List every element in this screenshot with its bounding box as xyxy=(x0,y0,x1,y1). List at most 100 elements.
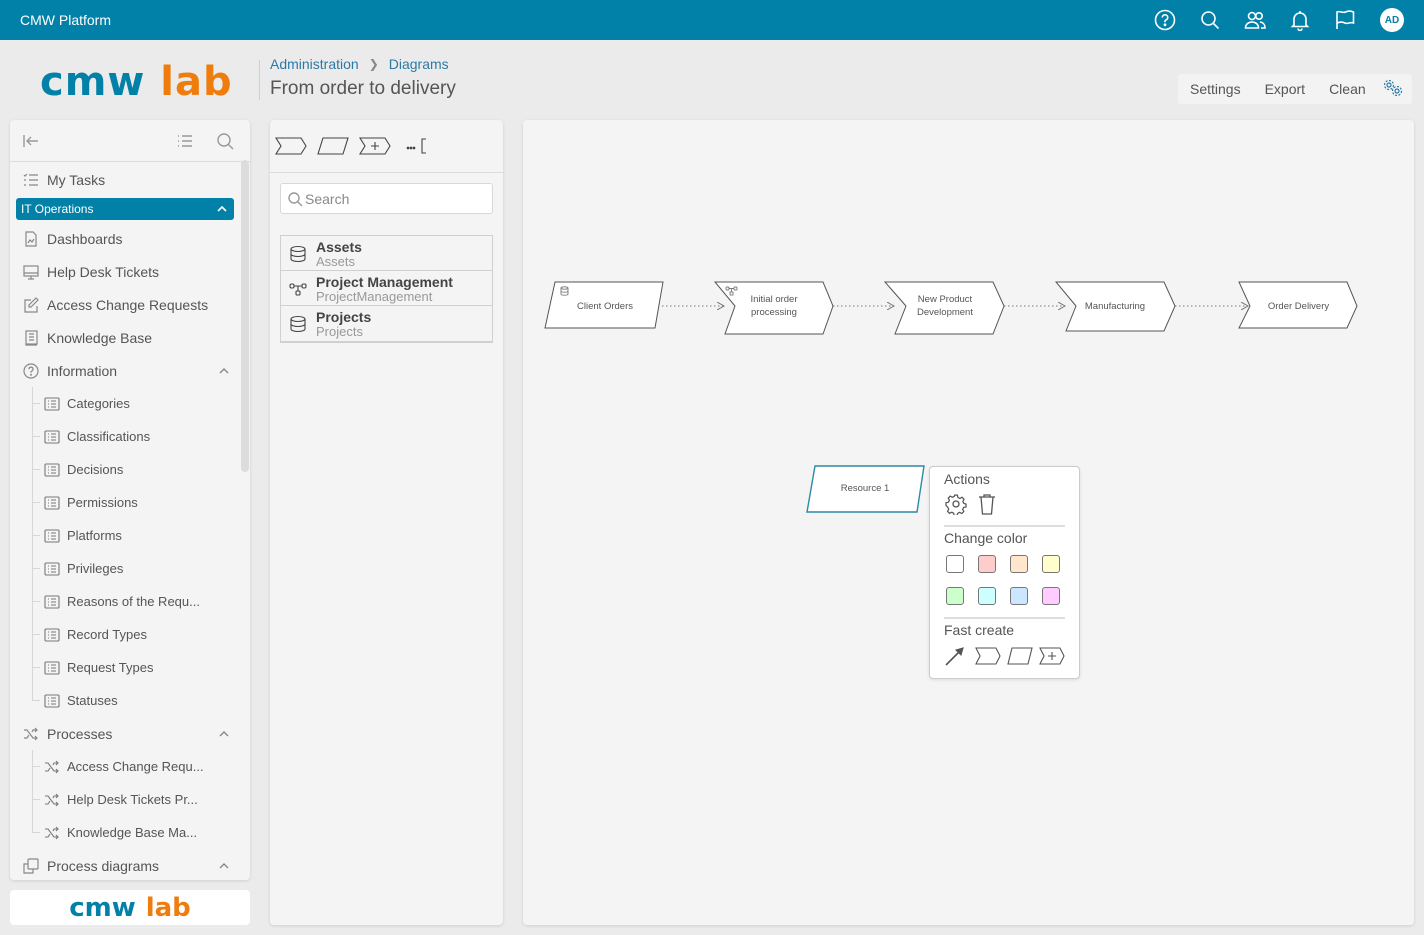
sidebar-item-dashboards[interactable]: Dashboards xyxy=(10,222,240,255)
monitor-icon xyxy=(23,264,39,280)
help-icon[interactable] xyxy=(1154,9,1176,31)
palette-item-assets[interactable]: Assets Assets xyxy=(281,236,492,271)
sidebar-subitem[interactable]: Categories xyxy=(10,387,240,420)
palette-item-list: Assets Assets Project Management Project… xyxy=(280,235,493,343)
color-swatch[interactable] xyxy=(978,555,996,573)
app-title[interactable]: CMW Platform xyxy=(20,12,111,28)
breadcrumb-diagrams[interactable]: Diagrams xyxy=(389,56,449,72)
subprocess-shape-icon[interactable] xyxy=(1039,646,1065,666)
sidebar-subitem[interactable]: Privileges xyxy=(10,552,240,585)
sidebar-subitem-label: Access Change Requ... xyxy=(67,759,204,774)
sidebar-group-processes[interactable]: Processes xyxy=(10,717,240,750)
gears-icon[interactable] xyxy=(1378,78,1404,101)
copy-icon xyxy=(23,857,39,874)
sidebar-group-information[interactable]: Information xyxy=(10,354,240,387)
color-swatch[interactable] xyxy=(946,587,964,605)
settings-icon[interactable] xyxy=(945,493,967,517)
palette-item-projects[interactable]: Projects Projects xyxy=(281,306,492,341)
annotation-shape-icon[interactable] xyxy=(406,136,430,156)
export-button[interactable]: Export xyxy=(1253,81,1317,97)
palette-toolbar xyxy=(270,120,503,173)
list-icon xyxy=(44,660,60,676)
color-swatch[interactable] xyxy=(1010,587,1028,605)
clean-button[interactable]: Clean xyxy=(1317,81,1378,97)
cmw-lab-logo[interactable]: cmw lab xyxy=(40,58,233,106)
bell-icon[interactable] xyxy=(1289,9,1311,31)
shuffle-icon xyxy=(44,825,60,841)
sidebar-item-help-desk-tickets[interactable]: Help Desk Tickets xyxy=(10,255,240,288)
color-swatch[interactable] xyxy=(1010,555,1028,573)
connector-arrow-icon[interactable] xyxy=(944,646,966,666)
processes-children: Access Change Requ... Help Desk Tickets … xyxy=(10,750,240,849)
resource-shape-icon[interactable] xyxy=(1007,646,1033,666)
sidebar-group-it-operations[interactable]: IT Operations xyxy=(16,198,234,220)
sidebar-item-label: Information xyxy=(47,362,118,379)
sidebar-subitem[interactable]: Help Desk Tickets Pr... xyxy=(10,783,240,816)
sidebar-item-label: Dashboards xyxy=(47,230,123,247)
subprocess-shape-icon[interactable] xyxy=(359,136,391,156)
sidebar-scrollbar[interactable] xyxy=(241,160,249,472)
sidebar-subitem[interactable]: Reasons of the Requ... xyxy=(10,585,240,618)
node-label: Manufacturing xyxy=(1084,300,1146,312)
chevron-up-icon[interactable] xyxy=(218,364,230,376)
process-step-shape-icon[interactable] xyxy=(975,646,1001,666)
sidebar-subitem[interactable]: Permissions xyxy=(10,486,240,519)
breadcrumb: Administration ❯ Diagrams xyxy=(270,56,449,72)
trash-icon[interactable] xyxy=(976,493,998,515)
node-label: Resource 1 xyxy=(840,482,890,494)
sidebar-subitem[interactable]: Record Types xyxy=(10,618,240,651)
sidebar-subitem-label: Permissions xyxy=(67,495,138,510)
palette-search-input[interactable] xyxy=(305,190,485,207)
change-color-title: Change color xyxy=(944,530,1028,546)
sidebar-subitem[interactable]: Request Types xyxy=(10,651,240,684)
users-icon[interactable] xyxy=(1244,9,1266,31)
logo-text-cmw: cmw xyxy=(69,892,136,923)
chevron-up-icon[interactable] xyxy=(218,859,230,871)
node-context-popup: Actions Change color Fast create xyxy=(929,466,1080,679)
sidebar-item-my-tasks[interactable]: My Tasks xyxy=(10,163,240,196)
process-step-shape-icon[interactable] xyxy=(275,136,307,156)
sidebar-subitem[interactable]: Classifications xyxy=(10,420,240,453)
sidebar-subitem-label: Privileges xyxy=(67,561,124,576)
chevron-up-icon[interactable] xyxy=(218,727,230,739)
sidebar-item-label: Knowledge Base xyxy=(47,329,153,346)
sidebar-subitem[interactable]: Knowledge Base Ma... xyxy=(10,816,240,849)
color-swatch[interactable] xyxy=(978,587,996,605)
color-swatch[interactable] xyxy=(946,555,964,573)
sidebar-subitem[interactable]: Statuses xyxy=(10,684,240,717)
sidebar-subitem-label: Classifications xyxy=(67,429,151,444)
chevron-up-icon[interactable] xyxy=(216,203,228,215)
sidebar-item-label: Process diagrams xyxy=(47,857,160,874)
color-swatch[interactable] xyxy=(1042,555,1060,573)
edit-icon xyxy=(23,296,39,313)
palette-item-project-management[interactable]: Project Management ProjectManagement xyxy=(281,271,492,306)
resource-shape-icon[interactable] xyxy=(317,136,349,156)
sidebar-group-process-diagrams[interactable]: Process diagrams xyxy=(10,849,240,880)
sidebar-subitem[interactable]: Platforms xyxy=(10,519,240,552)
palette-search[interactable] xyxy=(280,183,493,214)
list-icon xyxy=(44,396,60,412)
sidebar-subitem[interactable]: Decisions xyxy=(10,453,240,486)
node-label: Client Orders xyxy=(577,300,633,312)
sidebar-item-knowledge-base[interactable]: Knowledge Base xyxy=(10,321,240,354)
user-avatar[interactable]: AD xyxy=(1380,8,1404,32)
list-view-icon[interactable] xyxy=(176,132,194,150)
sidebar-subitem[interactable]: Access Change Requ... xyxy=(10,750,240,783)
footer-logo: cmw lab xyxy=(10,890,250,925)
logo-text-lab: lab xyxy=(145,892,191,923)
search-icon[interactable] xyxy=(1199,9,1221,31)
breadcrumb-administration[interactable]: Administration xyxy=(270,56,359,72)
page-title: From order to delivery xyxy=(270,78,456,99)
process-tree-icon xyxy=(289,280,307,298)
shape-palette: Assets Assets Project Management Project… xyxy=(270,120,503,925)
sidebar-item-access-change-requests[interactable]: Access Change Requests xyxy=(10,288,240,321)
collapse-sidebar-icon[interactable] xyxy=(22,132,40,150)
list-icon xyxy=(44,462,60,478)
list-icon xyxy=(44,561,60,577)
shuffle-icon xyxy=(23,726,39,742)
color-swatch[interactable] xyxy=(1042,587,1060,605)
settings-button[interactable]: Settings xyxy=(1178,81,1253,97)
flag-icon[interactable] xyxy=(1334,9,1356,31)
sidebar-search-icon[interactable] xyxy=(216,132,234,150)
sidebar-subitem-label: Categories xyxy=(67,396,130,411)
